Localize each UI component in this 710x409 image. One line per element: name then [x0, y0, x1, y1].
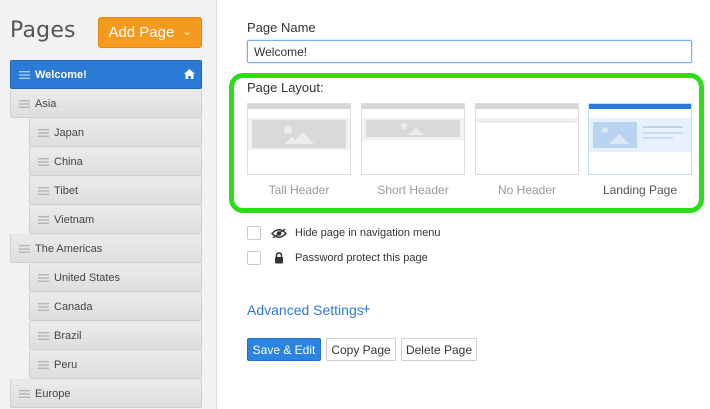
hide-in-nav-option: Hide page in navigation menu — [247, 226, 441, 240]
copy-page-button[interactable]: Copy Page — [326, 338, 396, 361]
page-name-input[interactable] — [247, 40, 692, 63]
drag-handle-icon[interactable] — [33, 331, 53, 340]
layout-option-tall-header[interactable] — [247, 103, 351, 175]
page-layout-label: Page Layout: — [247, 80, 324, 95]
page-item-label: Japan — [54, 126, 84, 139]
password-protect-option: Password protect this page — [247, 251, 428, 265]
page-item-label: Vietnam — [54, 213, 95, 226]
eye-icon — [271, 227, 287, 239]
page-item-label: Peru — [54, 358, 78, 371]
plus-icon[interactable]: + — [362, 301, 371, 318]
layout-option-short-header[interactable] — [361, 103, 465, 175]
drag-handle-icon[interactable] — [33, 157, 53, 166]
sidebar-title: Pages — [10, 18, 76, 43]
drag-handle-icon[interactable] — [33, 360, 53, 369]
layout-name-no-header: No Header — [497, 183, 557, 197]
page-item-label: Canada — [54, 300, 93, 313]
page-item-the-americas[interactable]: The Americas — [10, 234, 202, 263]
no-header-thumbnail-icon — [476, 104, 578, 174]
password-protect-label: Password protect this page — [295, 252, 428, 264]
tall-header-thumbnail-icon — [248, 104, 350, 174]
page-list: Welcome! Asia Japan China Tibet Vietnam … — [10, 60, 202, 408]
layout-name-short-header: Short Header — [377, 183, 449, 197]
page-name-label: Page Name — [247, 20, 316, 35]
page-item-label: United States — [54, 271, 121, 284]
layout-name-tall-header: Tall Header — [268, 183, 330, 197]
page-item-label: Welcome! — [35, 68, 87, 81]
password-protect-checkbox[interactable] — [247, 251, 261, 265]
home-icon — [184, 69, 195, 82]
lock-icon — [271, 252, 287, 264]
drag-handle-icon[interactable] — [33, 215, 53, 224]
page-item-japan[interactable]: Japan — [29, 118, 202, 147]
layout-option-landing-page[interactable] — [588, 103, 692, 175]
chevron-down-icon: ⌄ — [182, 26, 192, 38]
hide-in-nav-checkbox[interactable] — [247, 226, 261, 240]
page-item-china[interactable]: China — [29, 147, 202, 176]
page-item-europe[interactable]: Europe — [10, 379, 202, 408]
delete-page-button[interactable]: Delete Page — [401, 338, 477, 361]
page-item-label: The Americas — [35, 242, 103, 255]
drag-handle-icon[interactable] — [14, 70, 34, 79]
landing-page-thumbnail-icon — [589, 104, 691, 174]
page-item-tibet[interactable]: Tibet — [29, 176, 202, 205]
drag-handle-icon[interactable] — [33, 273, 53, 282]
drag-handle-icon[interactable] — [33, 186, 53, 195]
page-item-united-states[interactable]: United States — [29, 263, 202, 292]
drag-handle-icon[interactable] — [14, 389, 34, 398]
page-item-label: Tibet — [54, 184, 79, 197]
advanced-settings-link[interactable]: Advanced Settings — [247, 302, 364, 318]
drag-handle-icon[interactable] — [14, 244, 34, 253]
page-item-label: Brazil — [54, 329, 82, 342]
save-edit-button[interactable]: Save & Edit — [247, 338, 321, 361]
pages-sidebar: Pages Add Page ⌄ Welcome! Asia Japan Chi… — [0, 0, 217, 409]
page-item-label: China — [54, 155, 83, 168]
hide-in-nav-label: Hide page in navigation menu — [295, 227, 441, 239]
page-item-label: Asia — [35, 97, 57, 110]
short-header-thumbnail-icon — [362, 104, 464, 174]
drag-handle-icon[interactable] — [14, 99, 34, 108]
page-item-vietnam[interactable]: Vietnam — [29, 205, 202, 234]
page-item-canada[interactable]: Canada — [29, 292, 202, 321]
page-item-brazil[interactable]: Brazil — [29, 321, 202, 350]
add-page-label: Add Page — [108, 24, 175, 41]
layout-option-no-header[interactable] — [475, 103, 579, 175]
page-item-welcome[interactable]: Welcome! — [10, 60, 202, 89]
page-item-label: Europe — [35, 387, 71, 400]
page-item-asia[interactable]: Asia — [10, 89, 202, 118]
drag-handle-icon[interactable] — [33, 302, 53, 311]
page-item-peru[interactable]: Peru — [29, 350, 202, 379]
drag-handle-icon[interactable] — [33, 128, 53, 137]
layout-name-landing-page: Landing Page — [602, 183, 678, 197]
add-page-button[interactable]: Add Page ⌄ — [98, 17, 202, 48]
